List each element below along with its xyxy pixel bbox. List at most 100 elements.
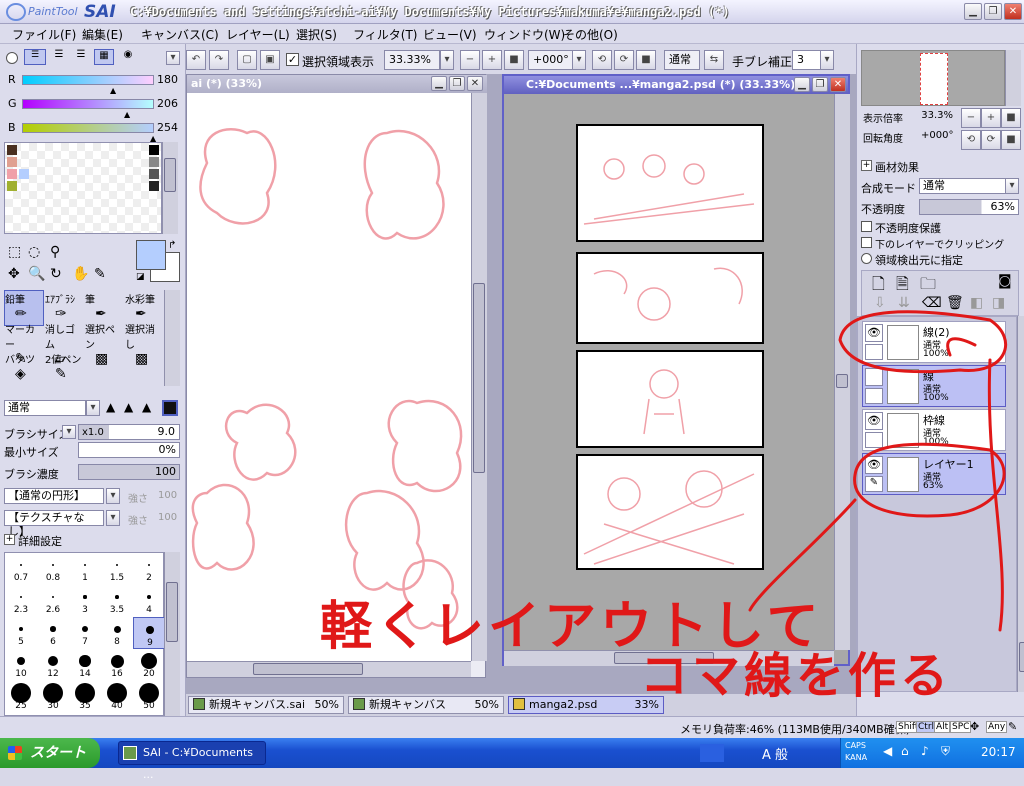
menu-window[interactable]: ウィンドウ(W) [484,26,565,43]
rect-select-icon[interactable]: ⬚ [8,244,21,260]
nav-rotate-left-icon[interactable]: ⟲ [961,130,981,150]
layer-item-lines[interactable]: 線 通常 100% [862,365,1006,407]
brush-size-preset[interactable]: 4 [133,585,165,617]
canvas-left-close[interactable]: ✕ [467,76,483,91]
brush-size-preset[interactable]: 10 [5,649,37,681]
tray-security-icon[interactable]: ⛨ [941,744,950,759]
brush-edge-soft-icon[interactable]: ▲ [106,400,122,416]
brush-mode-select[interactable]: 通常 [4,400,86,416]
menu-select[interactable]: 選択(S) [296,26,337,43]
swatch-grid[interactable] [4,142,162,234]
brush-size-preset[interactable]: 14 [69,649,101,681]
g-slider[interactable] [22,99,154,109]
brush-size-preset[interactable]: 12 [37,649,69,681]
brush-size-presets[interactable]: 0.7 0.8 1 1.5 2 2.3 2.6 3 3.5 4 5 6 7 8 9 10 12 14 16 20 25 3… [4,552,165,716]
brush-mode-dropdown-icon[interactable]: ▾ [86,400,100,416]
tray-volume-icon[interactable]: ♪ [921,744,929,758]
preserve-opacity-checkbox[interactable] [861,221,872,232]
lasso-icon[interactable]: ◌ [28,244,40,260]
rotate-right-icon[interactable]: ⟳ [614,50,634,70]
canvas-left-maximize[interactable]: ❐ [449,76,465,91]
canvas-right-vscroll[interactable] [834,94,850,650]
layer-item-lines2[interactable]: 👁 線(2) 通常 100% [862,321,1006,363]
density-slider[interactable]: 100 [78,464,180,480]
layer-list-scrollbar[interactable] [1017,316,1024,692]
brush-texture-strength[interactable]: 100 [158,512,177,523]
taskbar-sai-button[interactable]: SAI - C:¥Documents ... [118,741,266,781]
tool-binary-pen[interactable]: 2値ペン ✎ [44,350,84,386]
brush-edge-hard-icon[interactable]: ▲ [142,400,158,416]
rotation-dropdown-icon[interactable]: ▾ [572,50,586,70]
brush-size-preset[interactable]: 0.7 [5,553,37,585]
b-slider[interactable] [22,123,154,133]
maximize-button[interactable]: ❐ [984,3,1002,20]
nav-zoom-in-button[interactable]: + [981,108,1001,128]
blend-mode-button[interactable]: 通常 [664,50,700,70]
menu-filter[interactable]: フィルタ(T) [353,26,417,43]
invert-selection-icon[interactable]: ▣ [260,50,280,70]
effect-toggle-icon[interactable]: + [861,160,872,171]
hand-icon[interactable]: ✋ [72,266,89,282]
brush-size-preset[interactable]: 3 [69,585,101,617]
clear-layer-icon[interactable]: ⌫ [922,295,942,311]
brush-shape-dropdown-icon[interactable]: ▾ [106,488,120,504]
visibility-toggle[interactable] [865,368,883,386]
zoom-reset-button[interactable]: ■ [504,50,524,70]
brush-size-preset[interactable]: 1.5 [101,553,133,585]
zoom-in-button[interactable]: + [482,50,502,70]
magic-wand-icon[interactable]: ⚲ [50,244,60,260]
move-icon[interactable]: ✥ [8,266,20,282]
tray-network-icon[interactable]: ⌂ [901,744,909,758]
brush-size-preset[interactable]: 9 [133,617,165,649]
layer-option-2-icon[interactable]: ◨ [992,295,1005,311]
layer-option-1-icon[interactable]: ◧ [970,295,983,311]
swatch-grid-icon[interactable]: ▦ [94,49,114,65]
layer-item-frame[interactable]: 👁 枠線 通常 100% [862,409,1006,451]
area-source-radio[interactable] [861,253,872,264]
reset-colors-icon[interactable]: ◪ [136,272,145,282]
brush-size-slider[interactable]: x1.0 9.0 [78,424,180,440]
stabilizer-dropdown-icon[interactable]: ▾ [820,50,834,70]
canvas-right-hscroll[interactable] [504,650,834,666]
minimize-button[interactable]: ▁ [964,3,982,20]
eye-icon[interactable]: 👁 [865,324,883,342]
eye-icon[interactable]: 👁 [865,456,883,474]
nav-rotate-reset-button[interactable]: ■ [1001,130,1021,150]
brush-edge-medium-icon[interactable]: ▲ [124,400,140,416]
nav-zoom-reset-button[interactable]: ■ [1001,108,1021,128]
gradation-icon[interactable]: ☰ [72,49,90,65]
delete-layer-icon[interactable]: 🗑 [946,295,964,311]
canvas-left-sketch[interactable] [187,93,471,661]
swap-colors-icon[interactable]: ↱ [168,240,176,251]
layer-lock-toggle[interactable] [865,344,883,360]
selection-display-checkbox[interactable]: ✓ [286,53,299,66]
brush-size-preset[interactable]: 2.6 [37,585,69,617]
brush-size-preset[interactable]: 2.3 [5,585,37,617]
brush-edge-square-icon[interactable] [162,400,178,416]
brush-size-preset[interactable]: 2 [133,553,165,585]
tool-select-eraser[interactable]: 選択消し ▩ [124,320,164,367]
navigator-scrollbar[interactable] [1005,50,1021,106]
brush-size-preset[interactable]: 20 [133,649,165,681]
rotate-tool-icon[interactable]: ↻ [50,266,62,282]
tool-select-pen[interactable]: 選択ペン ▩ [84,320,124,367]
canvas-left-hscroll[interactable] [187,661,471,677]
brush-size-preset[interactable]: 40 [101,681,133,713]
tool-scrollbar[interactable] [164,290,180,386]
canvas-left-vscroll[interactable] [471,93,487,661]
pen-icon[interactable]: ✎ [865,476,883,492]
brush-shape-select[interactable]: 【通常の円形】 [4,488,104,504]
brush-size-preset[interactable]: 1 [69,553,101,585]
nav-rotate-right-icon[interactable]: ⟳ [981,130,1001,150]
doc-tab-2[interactable]: 新規キャンバス 50% [348,696,504,714]
brush-texture-select[interactable]: 【テクスチャなし】 [4,510,104,538]
undo-icon[interactable]: ↶ [186,50,206,70]
eyedropper-icon[interactable]: ✎ [94,266,106,282]
close-button[interactable]: ✕ [1004,3,1022,20]
brush-size-dropdown-icon[interactable]: ▾ [62,425,76,439]
transfer-down-icon[interactable]: ⇩ [874,295,886,311]
hsv-slider-icon[interactable]: ☰ [50,49,68,65]
flip-icon[interactable]: ⇆ [704,50,724,70]
deselect-icon[interactable]: ▢ [237,50,257,70]
brush-size-preset[interactable]: 50 [133,681,165,713]
